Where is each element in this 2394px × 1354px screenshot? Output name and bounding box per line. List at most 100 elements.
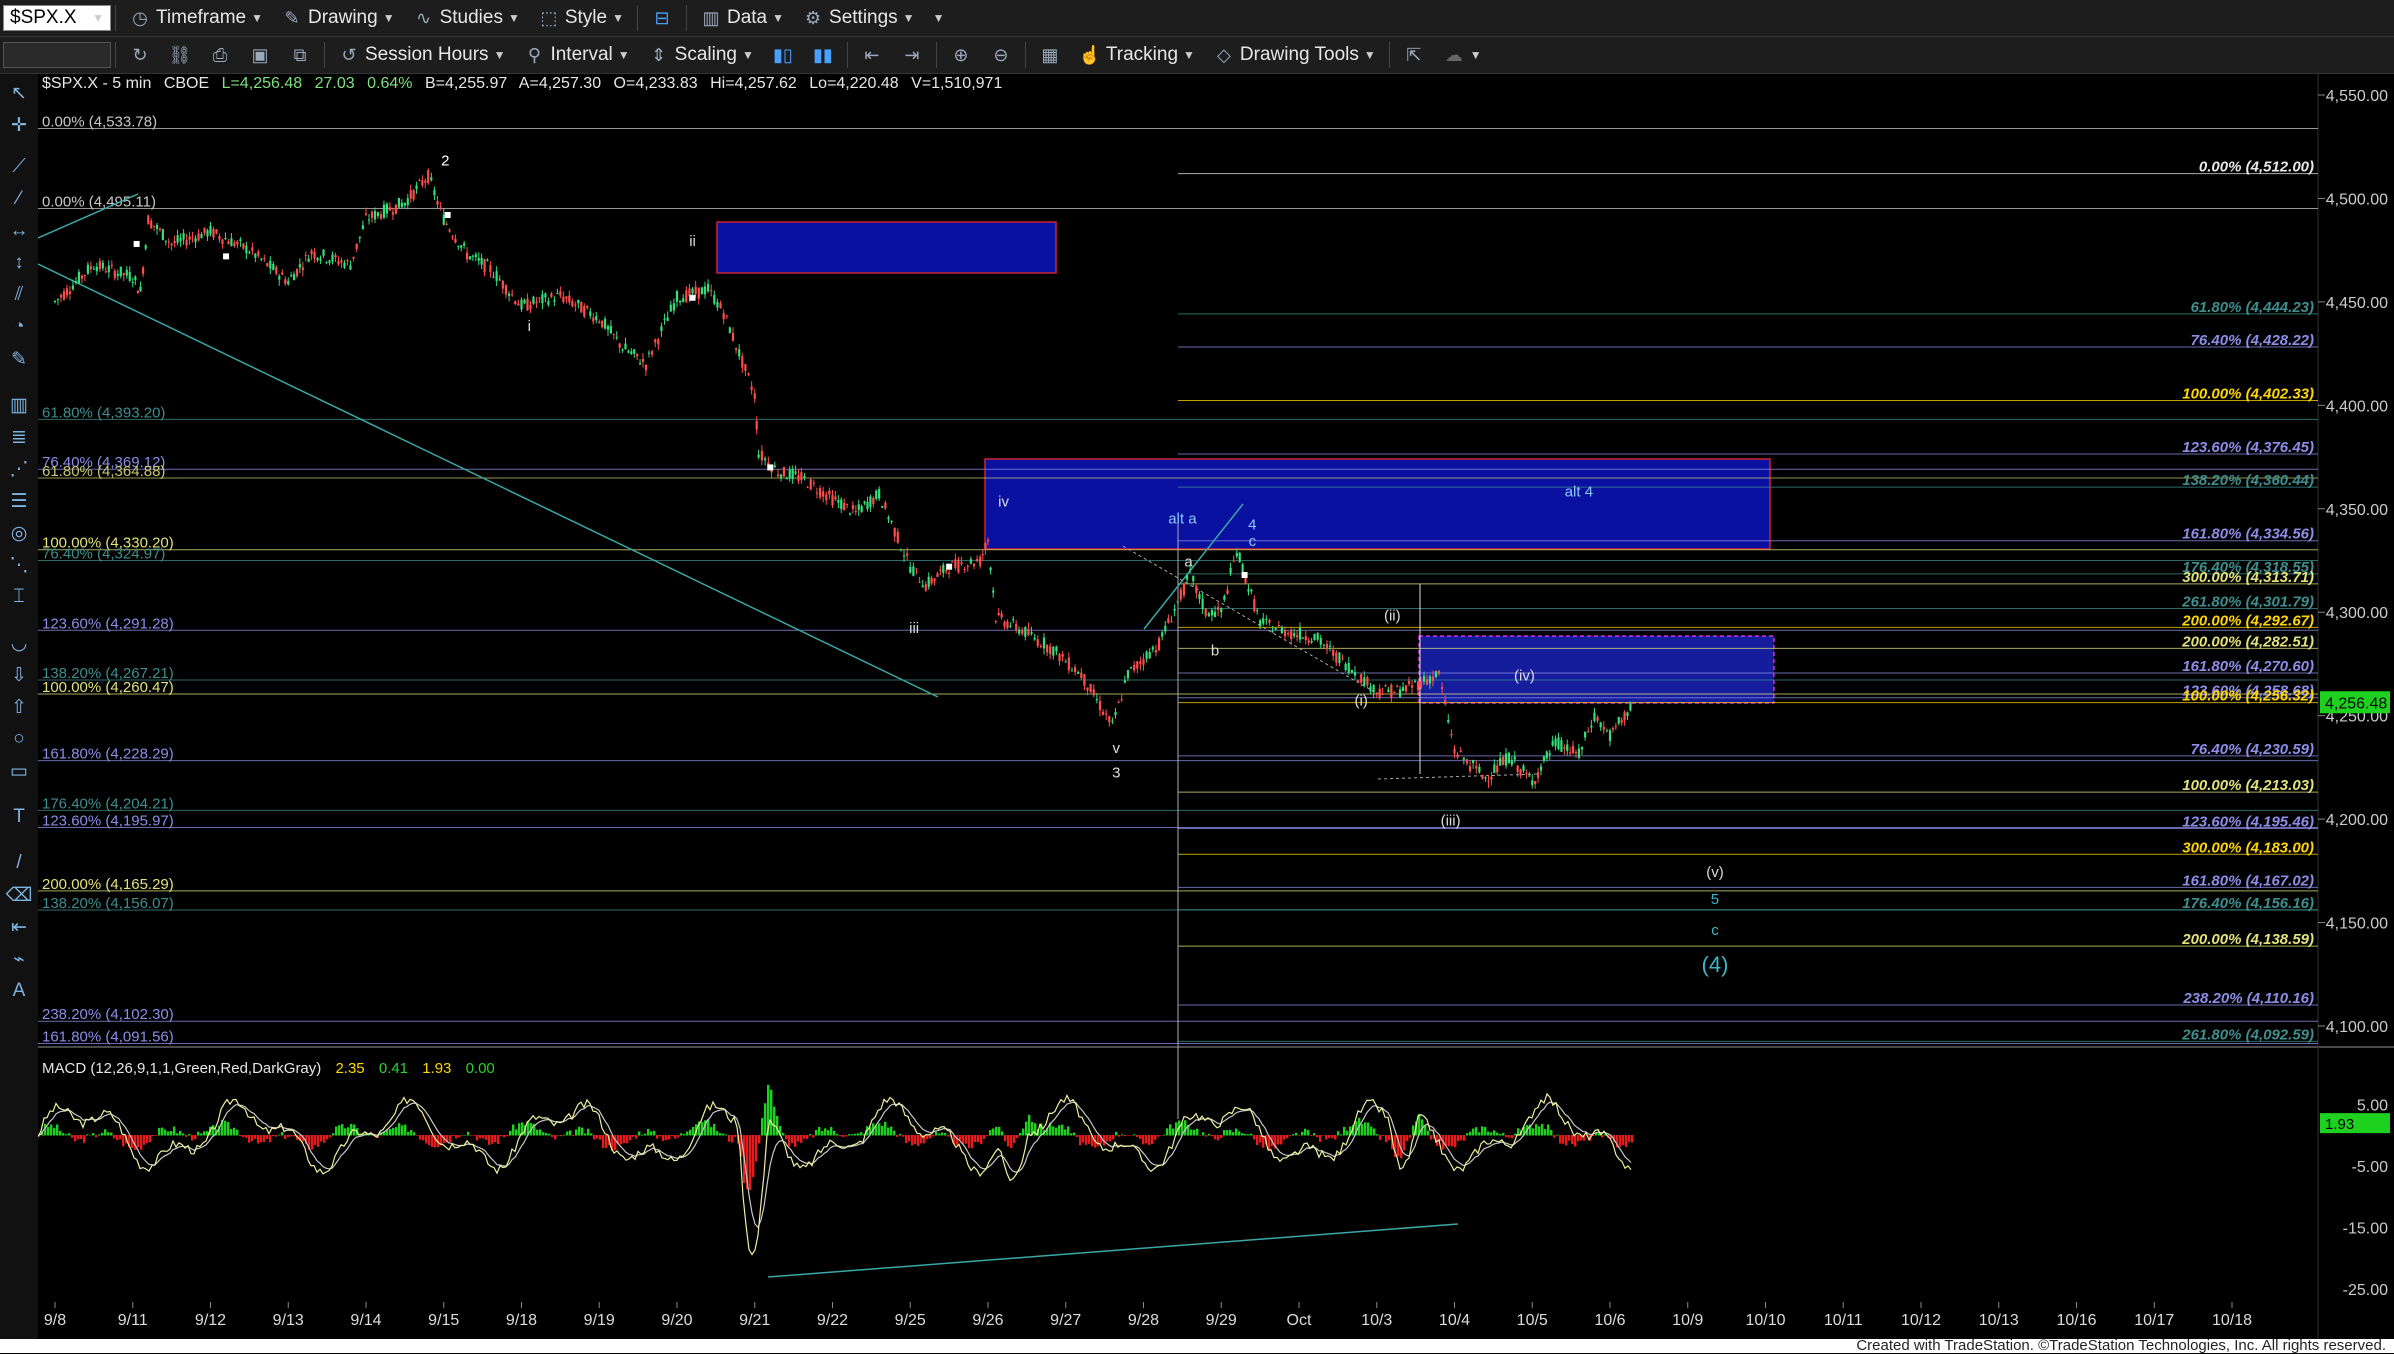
candle-body	[340, 260, 343, 263]
candle-body	[343, 262, 346, 268]
tracking-menu[interactable]: ☝ Tracking ▼	[1070, 44, 1204, 66]
arc-icon[interactable]: ◡	[6, 630, 32, 656]
ray-icon[interactable]: ⁄	[6, 186, 32, 212]
macd-histogram-bar	[326, 1135, 329, 1140]
date-tick-label: 9/28	[1128, 1312, 1159, 1329]
drawing-menu[interactable]: ✎ Drawing ▼	[272, 7, 404, 29]
copy-button[interactable]: ⧉	[280, 44, 320, 66]
data-menu[interactable]: ▥ Data ▼	[691, 7, 793, 29]
gann-icon[interactable]: ◎	[6, 520, 32, 546]
scroll-right-button[interactable]: ⇥	[892, 44, 932, 66]
horizontal-line-icon[interactable]: ↔	[6, 218, 32, 244]
target-box-alt4[interactable]	[984, 458, 1771, 550]
candle-body	[641, 358, 645, 363]
session-hours-menu[interactable]: ↺ Session Hours ▼	[329, 44, 514, 66]
macd-histogram-bar	[1547, 1124, 1550, 1136]
macd-histogram-bar	[908, 1135, 911, 1142]
candle-body	[1241, 564, 1244, 573]
fib-label-left: 238.20% (4,102.30)	[42, 1006, 174, 1023]
drawing-tools-icon: ◇	[1217, 44, 1231, 65]
macd-histogram-bar	[686, 1131, 689, 1136]
candle-body	[747, 373, 750, 375]
refresh-button[interactable]: ↻	[120, 44, 160, 66]
candle-body	[1000, 613, 1003, 618]
macd-histogram-bar	[1229, 1129, 1232, 1136]
bars-icon[interactable]: ▥	[6, 392, 32, 418]
eraser-icon[interactable]: ⌫	[6, 882, 33, 908]
workspace-select[interactable]	[3, 42, 111, 68]
ellipse-icon[interactable]: ○	[6, 726, 32, 752]
macd-histogram-bar	[587, 1128, 590, 1136]
arrow-up-icon[interactable]: ⇧	[6, 694, 32, 720]
levels-icon[interactable]: ☰	[6, 488, 32, 514]
fan-icon[interactable]: ⋱	[6, 552, 32, 578]
arrow-down-icon[interactable]: ⇩	[6, 662, 32, 688]
wave-label: 4	[1248, 516, 1256, 533]
candle-body	[209, 225, 212, 234]
text-cursor-icon[interactable]: ⌶	[6, 584, 32, 610]
macd-histogram-bar	[1514, 1133, 1517, 1136]
candle-body	[779, 474, 783, 479]
session-hours-label: Session Hours	[365, 44, 489, 65]
style-menu[interactable]: ⬚ Style ▼	[529, 7, 633, 29]
date-tick-label: 10/9	[1672, 1312, 1703, 1329]
bar-type-button[interactable]: ▮▯	[763, 44, 803, 66]
wave-label: (ii)	[1384, 607, 1401, 624]
label-icon[interactable]: A	[6, 978, 32, 1004]
print-button[interactable]: ⎙	[200, 44, 240, 66]
chat-menu[interactable]: ☁ ▼	[1434, 44, 1491, 66]
save-button[interactable]: ▣	[240, 44, 280, 66]
interval-menu[interactable]: ⚲ Interval ▼	[514, 44, 638, 66]
line-tool-icon[interactable]: /	[6, 850, 32, 876]
settings-menu[interactable]: ⚙ Settings ▼	[793, 7, 924, 29]
crosshair-icon[interactable]: ✛	[6, 112, 32, 138]
cycle-icon[interactable]: ◔	[6, 314, 32, 340]
trendline-icon[interactable]: ⟋	[6, 154, 32, 180]
drawing-tools-menu[interactable]: ◇ Drawing Tools ▼	[1204, 44, 1385, 66]
zoom-in-button[interactable]: ⊕	[941, 44, 981, 66]
scroll-left-button[interactable]: ⇤	[852, 44, 892, 66]
speed-lines-icon[interactable]: ⋰	[6, 456, 32, 482]
fib-icon[interactable]: ≣	[6, 424, 32, 450]
candle-body	[1095, 699, 1098, 701]
scaling-menu[interactable]: ⇕ Scaling ▼	[639, 44, 763, 66]
candle-body	[376, 212, 380, 216]
candle-body	[1298, 627, 1302, 640]
candle-body	[245, 245, 248, 254]
candle-body	[1259, 620, 1262, 627]
channel-icon[interactable]: ⫽	[6, 282, 32, 308]
link-button[interactable]: ⛓	[160, 44, 200, 66]
target-box-ii[interactable]	[716, 221, 1057, 274]
macd-histogram-bar	[638, 1131, 641, 1136]
layout-button[interactable]: ⊟	[642, 7, 682, 29]
candle-body	[986, 539, 990, 542]
pointer-icon[interactable]: ↖	[6, 80, 32, 106]
wave-label: (i)	[1355, 692, 1368, 709]
vertical-line-icon[interactable]: ↕	[6, 250, 32, 276]
price-chart[interactable]: 0.00% (4,533.78) 0.00% (4,495.11) 61.80% (…	[38, 74, 2394, 1339]
studies-menu[interactable]: ∿ Studies ▼	[404, 7, 529, 29]
collapse-icon[interactable]: ⇤	[6, 914, 32, 940]
brush-icon[interactable]: ⌁	[6, 946, 32, 972]
zoom-out-button[interactable]: ⊖	[981, 44, 1021, 66]
symbol-input[interactable]: $SPX.X ▼	[3, 5, 111, 31]
candle-type-button[interactable]: ▮▮	[803, 44, 843, 66]
chat-icon: ☁	[1444, 44, 1463, 65]
export-button[interactable]: ⇱	[1394, 44, 1434, 66]
overflow-menu[interactable]: ▼	[924, 11, 954, 25]
candle-body	[1033, 637, 1036, 640]
macd-histogram-bar	[1112, 1135, 1115, 1140]
timeframe-menu[interactable]: ◷ Timeframe ▼	[120, 7, 272, 29]
target-box-iv[interactable]	[1418, 635, 1775, 704]
text-tool-icon[interactable]: T	[6, 804, 32, 830]
macd-histogram-bar	[1157, 1135, 1160, 1137]
candle-body	[1413, 680, 1417, 682]
candle-body	[984, 542, 987, 549]
date-tick-label: 9/19	[584, 1312, 615, 1329]
macd-histogram-bar	[995, 1126, 998, 1136]
pen-icon[interactable]: ✎	[6, 346, 32, 372]
macd-histogram-bar	[467, 1131, 470, 1136]
candle-body	[501, 280, 504, 289]
grid-button[interactable]: ▦	[1030, 44, 1070, 66]
rectangle-icon[interactable]: ▭	[6, 758, 32, 784]
